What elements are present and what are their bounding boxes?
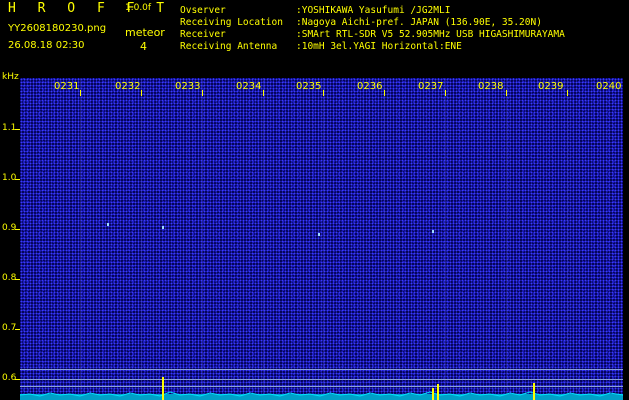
grid-line bbox=[80, 78, 81, 400]
meteor-echo bbox=[432, 230, 434, 233]
x-tick-mark bbox=[506, 90, 507, 96]
meteor-count: 4 bbox=[140, 40, 147, 53]
grid-line bbox=[263, 78, 264, 400]
station-info: Ovserver :YOSHIKAWA Yasufumi /JG2MLI Rece… bbox=[180, 5, 565, 53]
x-tick-mark bbox=[202, 90, 203, 96]
grid-line bbox=[567, 78, 568, 400]
y-tick-label: 1.0 bbox=[2, 173, 17, 183]
y-tick-label: 0.7 bbox=[2, 323, 17, 333]
x-tick-mark bbox=[263, 90, 264, 96]
info-key: Receiving Location bbox=[180, 17, 283, 28]
x-tick-mark bbox=[141, 90, 142, 96]
grid-line bbox=[202, 78, 203, 400]
x-tick-mark bbox=[445, 90, 446, 96]
grid-line bbox=[506, 78, 507, 400]
x-tick-mark bbox=[567, 90, 568, 96]
info-row-location: Receiving Location :Nagoya Aichi-pref. JA… bbox=[180, 17, 565, 29]
meteor-label: meteor bbox=[125, 26, 165, 39]
x-tick-label: 0234 bbox=[236, 81, 262, 92]
info-value: :YOSHIKAWA Yasufumi /JG2MLI bbox=[296, 5, 451, 16]
info-key: Receiving Antenna bbox=[180, 41, 278, 52]
info-key: Receiver bbox=[180, 29, 226, 40]
image-filename: YY2608180230.png bbox=[8, 23, 107, 34]
meteor-echo bbox=[318, 233, 320, 236]
app-version: 1.0.0f bbox=[125, 3, 152, 13]
grid-line bbox=[323, 78, 324, 400]
signal-spike bbox=[437, 384, 439, 400]
signal-spike bbox=[162, 377, 164, 400]
y-tick-label: 0.9 bbox=[2, 223, 17, 233]
x-tick-label: 0239 bbox=[538, 81, 564, 92]
meteor-echo bbox=[162, 226, 164, 229]
hroft-window: H R O F F T 1.0.0f YY2608180230.png 26.0… bbox=[0, 0, 629, 400]
meteor-echo bbox=[107, 223, 109, 226]
x-tick-mark bbox=[80, 90, 81, 96]
info-row-antenna: Receiving Antenna :10mH 3el.YAGI Horizont… bbox=[180, 41, 565, 53]
x-tick-label: 0233 bbox=[175, 81, 201, 92]
x-tick-label: 0232 bbox=[115, 81, 141, 92]
x-tick-label: 0240 bbox=[596, 81, 622, 92]
x-tick-label: 0235 bbox=[296, 81, 322, 92]
signal-spike bbox=[533, 383, 535, 400]
x-tick-label: 0238 bbox=[478, 81, 504, 92]
info-value: :Nagoya Aichi-pref. JAPAN (136.90E, 35.2… bbox=[296, 17, 542, 28]
info-row-observer: Ovserver :YOSHIKAWA Yasufumi /JG2MLI bbox=[180, 5, 565, 17]
capture-timestamp: 26.08.18 02:30 bbox=[8, 40, 85, 51]
y-tick-label: 1.1 bbox=[2, 123, 17, 133]
grid-line bbox=[141, 78, 142, 400]
info-key: Ovserver bbox=[180, 5, 226, 16]
y-tick-label: 0.8 bbox=[2, 273, 17, 283]
info-value: :SMArt RTL-SDR V5 52.905MHz USB HIGASHIM… bbox=[296, 29, 565, 40]
x-tick-mark bbox=[384, 90, 385, 96]
grid-line bbox=[384, 78, 385, 400]
horizontal-marker-line bbox=[20, 369, 623, 370]
y-axis-unit: kHz bbox=[2, 72, 19, 82]
x-tick-mark bbox=[323, 90, 324, 96]
x-tick-label: 0231 bbox=[54, 81, 80, 92]
x-tick-label: 0236 bbox=[357, 81, 383, 92]
horizontal-marker-line bbox=[20, 379, 623, 380]
info-value: :10mH 3el.YAGI Horizontal:ENE bbox=[296, 41, 462, 52]
x-tick-label: 0237 bbox=[418, 81, 444, 92]
info-row-receiver: Receiver :SMArt RTL-SDR V5 52.905MHz USB … bbox=[180, 29, 565, 41]
grid-line bbox=[445, 78, 446, 400]
signal-spike bbox=[432, 388, 434, 400]
waterfall-spectrogram bbox=[20, 78, 623, 400]
y-tick-label: 0.6 bbox=[2, 373, 17, 383]
